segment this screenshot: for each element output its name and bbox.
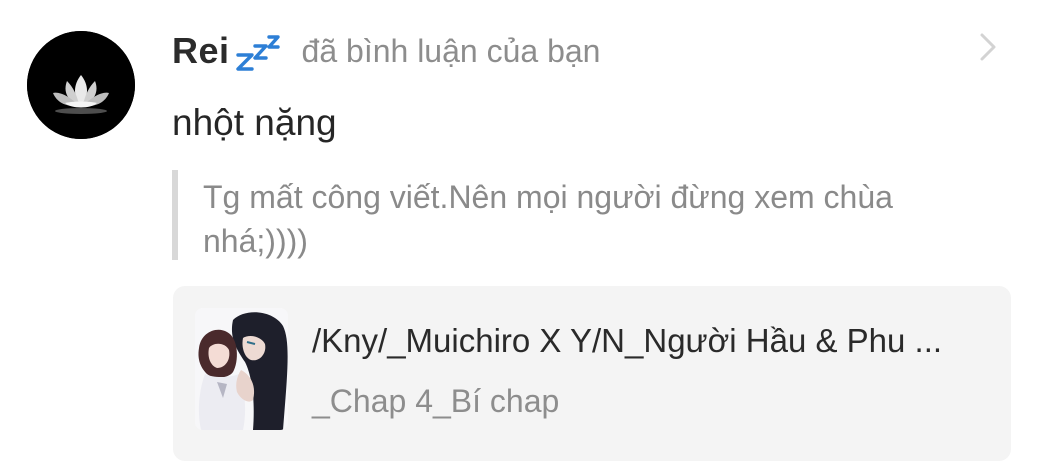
user-avatar[interactable]: [27, 31, 135, 139]
chevron-right-icon[interactable]: [974, 32, 1000, 62]
story-card[interactable]: /Kny/_Muichiro X Y/N_Người Hầu & Phu ...…: [173, 286, 1011, 461]
quoted-text: Tg mất công viết.Nên mọi người đừng xem …: [203, 179, 893, 259]
username[interactable]: Rei: [172, 30, 230, 72]
chapter-title[interactable]: _Chap 4_Bí chap: [312, 383, 559, 420]
comment-header: Rei đã bình luận của bạn: [172, 28, 600, 74]
quoted-comment: Tg mất công viết.Nên mọi người đừng xem …: [172, 170, 1002, 260]
action-text: đã bình luận của bạn: [301, 32, 601, 69]
reply-text: nhột nặng: [172, 102, 337, 143]
story-cover-image: [195, 308, 288, 430]
zzz-emoji-icon: [235, 31, 282, 71]
lotus-icon: [27, 31, 135, 139]
story-title[interactable]: /Kny/_Muichiro X Y/N_Người Hầu & Phu ...: [312, 322, 992, 360]
